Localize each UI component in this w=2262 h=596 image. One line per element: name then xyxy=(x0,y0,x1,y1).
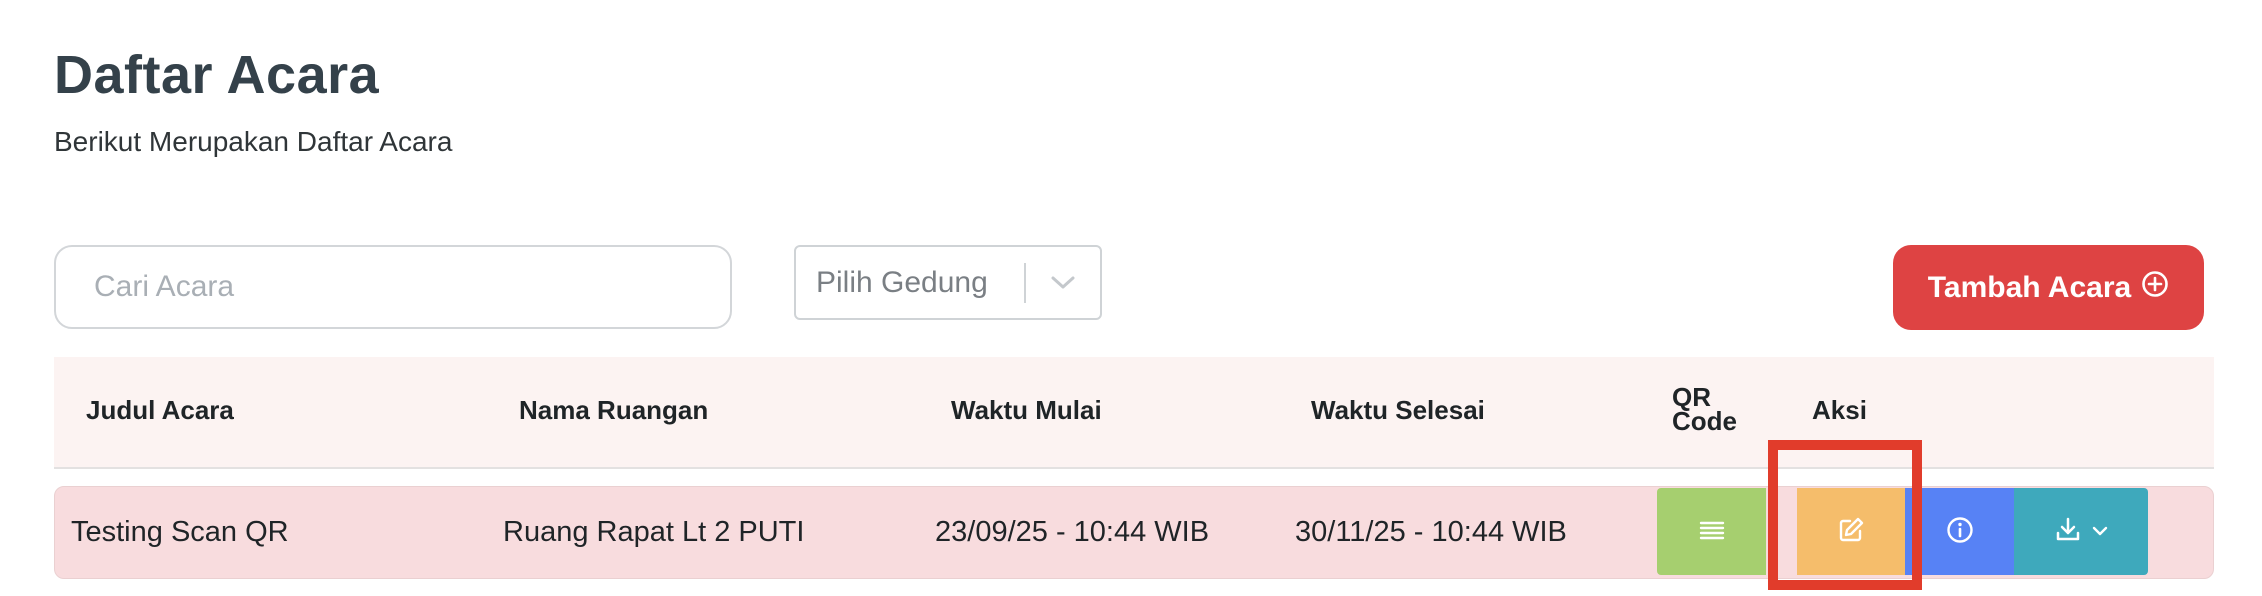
add-event-label: Tambah Acara xyxy=(1927,270,2132,304)
column-header-end: Waktu Selesai xyxy=(1311,395,1485,425)
chevron-down-icon xyxy=(2092,524,2108,539)
column-header-actions: Aksi xyxy=(1812,395,1867,425)
search-input[interactable] xyxy=(54,245,732,329)
info-button[interactable] xyxy=(1905,488,2014,575)
info-icon xyxy=(1946,516,1974,547)
building-select[interactable]: Pilih Gedung xyxy=(794,245,1102,320)
download-button[interactable] xyxy=(2014,488,2148,575)
edit-icon xyxy=(1837,516,1865,547)
column-header-start: Waktu Mulai xyxy=(951,395,1102,425)
table-header: Judul Acara Nama Ruangan Waktu Mulai Wak… xyxy=(54,357,2214,469)
column-header-qr: QR Code xyxy=(1672,384,1737,436)
column-header-title: Judul Acara xyxy=(86,395,234,425)
cell-end: 30/11/25 - 10:44 WIB xyxy=(1295,516,1567,548)
edit-button[interactable] xyxy=(1797,488,1905,575)
qr-code-button[interactable] xyxy=(1657,488,1766,575)
cell-title: Testing Scan QR xyxy=(71,516,289,548)
list-icon xyxy=(1699,519,1725,544)
plus-circle-icon xyxy=(2141,270,2169,306)
page-title: Daftar Acara xyxy=(54,45,380,105)
cell-room: Ruang Rapat Lt 2 PUTI xyxy=(503,516,805,548)
cell-start: 23/09/25 - 10:44 WIB xyxy=(935,516,1210,548)
chevron-down-icon[interactable] xyxy=(1026,275,1100,291)
column-header-room: Nama Ruangan xyxy=(519,395,709,425)
column-header-qr-line2: Code xyxy=(1672,406,1737,436)
download-icon xyxy=(2054,516,2082,547)
add-event-button[interactable]: Tambah Acara xyxy=(1893,245,2204,330)
page-subtitle: Berikut Merupakan Daftar Acara xyxy=(54,126,453,157)
building-select-label: Pilih Gedung xyxy=(816,265,988,299)
